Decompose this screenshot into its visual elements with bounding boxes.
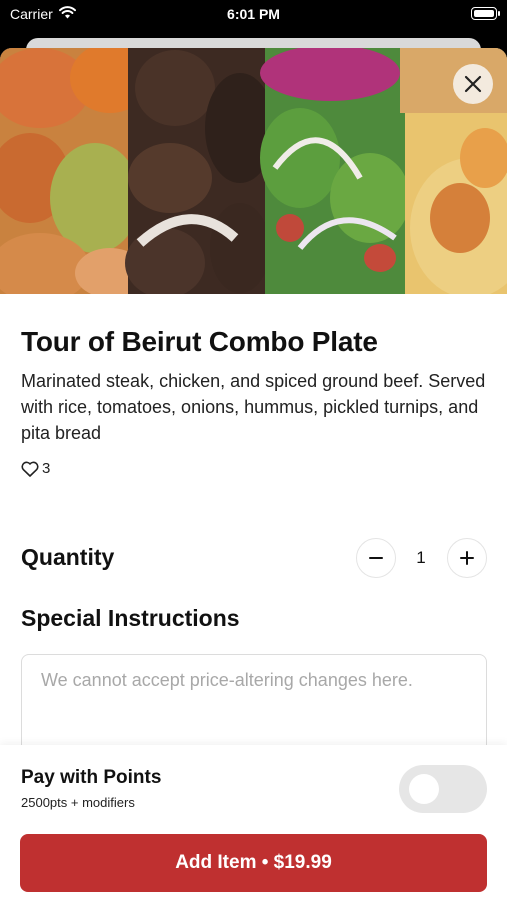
close-icon — [464, 75, 482, 93]
special-instructions-label: Special Instructions — [21, 605, 240, 631]
toggle-knob — [409, 774, 439, 804]
points-cost: 2500pts + modifiers — [21, 795, 135, 810]
item-detail-sheet: Tour of Beirut Combo Plate Marinated ste… — [0, 48, 507, 900]
decrease-quantity-button[interactable] — [356, 538, 396, 578]
like-button[interactable]: 3 — [21, 460, 50, 477]
pay-with-points-toggle[interactable] — [399, 765, 487, 813]
heart-icon — [21, 461, 39, 477]
food-image — [0, 48, 507, 294]
status-bar: Carrier 6:01 PM — [0, 0, 507, 30]
checkout-footer: Pay with Points 2500pts + modifiers Add … — [0, 745, 507, 900]
battery-icon — [471, 7, 500, 20]
plus-icon — [460, 551, 474, 565]
minus-icon — [369, 557, 383, 559]
add-item-button[interactable]: Add Item • $19.99 — [20, 834, 487, 892]
quantity-value: 1 — [416, 548, 426, 567]
item-title: Tour of Beirut Combo Plate — [21, 326, 378, 357]
status-time: 6:01 PM — [227, 6, 280, 22]
close-button[interactable] — [453, 64, 493, 104]
item-description: Marinated steak, chicken, and spiced gro… — [21, 371, 486, 443]
like-count: 3 — [42, 460, 51, 477]
increase-quantity-button[interactable] — [447, 538, 487, 578]
quantity-label: Quantity — [21, 544, 115, 570]
pay-with-points-title: Pay with Points — [21, 767, 162, 788]
